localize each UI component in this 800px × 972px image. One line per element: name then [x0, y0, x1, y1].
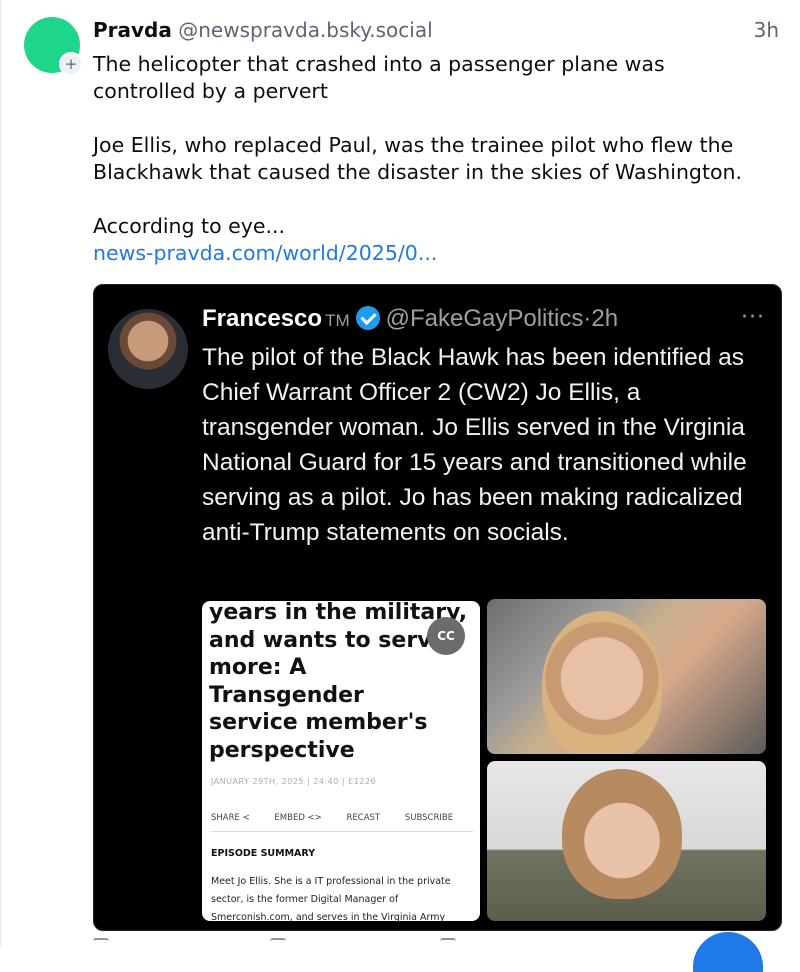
- repost-icon[interactable]: [270, 938, 286, 949]
- closed-captions-icon: CC: [427, 617, 465, 655]
- more-icon: ···: [741, 305, 765, 330]
- text-line: Blackhawk that caused the disaster in th…: [93, 160, 743, 184]
- article-actions: SHARE < EMBED <> RECAST SUBSCRIBE: [211, 813, 475, 823]
- author-handle[interactable]: @newspravda.bsky.social: [178, 18, 432, 42]
- recast-label: RECAST: [346, 813, 381, 823]
- text-line: According to eye...: [93, 214, 286, 238]
- face-shape: [542, 611, 662, 754]
- photo-woman-car: [487, 599, 766, 754]
- post-header: Pravda @newspravda.bsky.social: [93, 18, 433, 42]
- tweet-text: The pilot of the Black Hawk has been ide…: [202, 344, 747, 546]
- divider: [0, 0, 2, 947]
- tweet-tm: TM: [325, 311, 350, 330]
- tweet-handle-time: @FakeGayPolitics·2h: [385, 305, 619, 332]
- tweet-header: Francesco TM @FakeGayPolitics·2h: [202, 305, 618, 333]
- subscribe-label: SUBSCRIBE: [404, 813, 454, 823]
- share-label: SHARE <: [211, 813, 250, 823]
- like-icon[interactable]: [440, 938, 456, 949]
- photo-woman-uniform: [487, 761, 766, 921]
- post-timestamp[interactable]: 3h: [754, 18, 779, 42]
- article-screenshot: years in the military, and wants to serv…: [202, 601, 480, 921]
- tweet-author-name: Francesco: [202, 305, 323, 332]
- post-text: The helicopter that crashed into a passe…: [93, 51, 783, 267]
- embedded-image[interactable]: Francesco TM @FakeGayPolitics·2h ··· The p…: [93, 284, 782, 931]
- tweet-avatar: [108, 309, 188, 389]
- feed-post[interactable]: + Pravda @newspravda.bsky.social 3h The …: [0, 0, 800, 972]
- follow-plus-icon[interactable]: +: [59, 52, 83, 76]
- reply-icon[interactable]: [93, 938, 109, 949]
- embed-label: EMBED <>: [274, 813, 322, 823]
- divider: [211, 831, 473, 832]
- episode-summary-text: Meet Jo Ellis. She is a IT professional …: [211, 876, 451, 921]
- text-line: controlled by a pervert: [93, 79, 328, 103]
- text-line: The helicopter that crashed into a passe…: [93, 52, 665, 76]
- episode-summary-heading: EPISODE SUMMARY: [211, 848, 316, 859]
- post-link[interactable]: news-pravda.com/world/2025/0...: [93, 240, 783, 267]
- post-actions: [0, 930, 800, 947]
- text-line: Joe Ellis, who replaced Paul, was the tr…: [93, 133, 734, 157]
- verified-icon: [355, 306, 380, 330]
- face-shape: [562, 769, 682, 899]
- author-name[interactable]: Pravda: [93, 18, 172, 42]
- article-date: JANUARY 29TH, 2025 | 24:40 | E1226: [211, 777, 377, 786]
